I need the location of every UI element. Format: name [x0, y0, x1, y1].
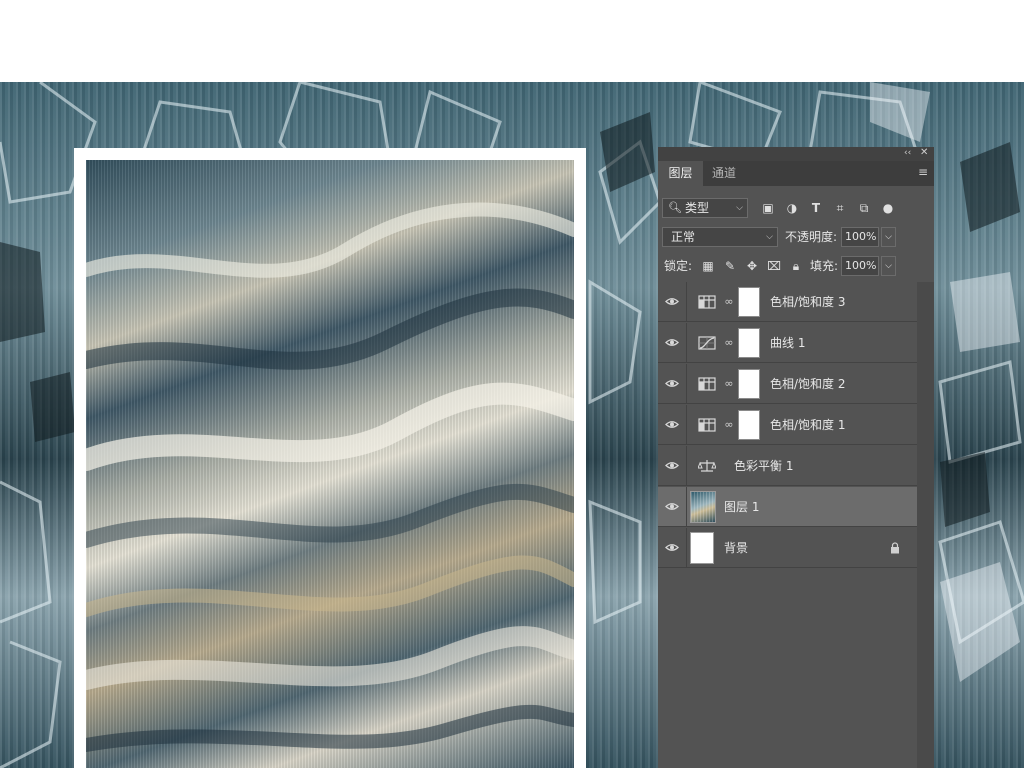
mask-link-icon[interactable]: ∞	[724, 376, 734, 392]
opacity-input[interactable]: 100%	[841, 227, 879, 247]
visibility-toggle[interactable]	[658, 446, 687, 486]
background-thumbnail[interactable]	[690, 532, 714, 564]
lock-transparent-pixels-icon[interactable]: ▦	[700, 256, 716, 276]
layer-name: 图层 1	[724, 500, 760, 514]
layer-name: 背景	[724, 541, 749, 555]
visibility-toggle[interactable]	[658, 487, 687, 527]
layers-panel: ‹‹ ✕ 图层 通道 ≡ 🔍︎ 类型 ⌵ ▣ ◑ T ⌗ ⧉ ● 正常 ⌵ 不透…	[658, 147, 934, 768]
visibility-toggle[interactable]	[658, 282, 687, 322]
hue-saturation-icon	[698, 418, 716, 432]
filter-toggle-icon[interactable]: ●	[880, 198, 896, 218]
lock-label: 锁定:	[664, 259, 693, 273]
panel-tabs: 图层 通道 ≡	[658, 161, 934, 186]
close-panel-icon[interactable]: ✕	[920, 147, 928, 158]
filter-kind-label: 类型	[685, 201, 710, 215]
layer-name: 色相/饱和度 1	[770, 418, 846, 432]
hue-saturation-icon	[698, 295, 716, 309]
layer-mask-thumbnail[interactable]	[738, 369, 760, 399]
eye-icon	[665, 298, 679, 305]
layer-row-selected[interactable]: 图层 1	[658, 487, 917, 527]
mask-link-icon[interactable]: ∞	[724, 294, 734, 310]
layer-mask-thumbnail[interactable]	[738, 287, 760, 317]
visibility-toggle[interactable]	[658, 364, 687, 404]
filter-kind-select[interactable]: 🔍︎ 类型 ⌵	[662, 198, 748, 218]
visibility-toggle[interactable]	[658, 323, 687, 363]
lock-all-icon[interactable]: 🔒︎	[788, 256, 804, 276]
layer-mask-thumbnail[interactable]	[738, 410, 760, 440]
lock-image-pixels-icon[interactable]: ✎	[722, 256, 738, 276]
hue-saturation-icon	[698, 377, 716, 391]
fill-input[interactable]: 100%	[841, 256, 879, 276]
adjustment-filter-icon[interactable]: ◑	[784, 198, 800, 218]
eye-icon	[665, 380, 679, 387]
layer-row[interactable]: ∞ 色相/饱和度 3	[658, 282, 917, 322]
layer-row[interactable]: 背景	[658, 528, 917, 568]
chevron-down-icon: ⌵	[766, 232, 773, 242]
type-filter-icon[interactable]: T	[808, 198, 824, 218]
panel-menu-icon[interactable]: ≡	[918, 165, 928, 179]
visibility-toggle[interactable]	[658, 528, 687, 568]
layer-row[interactable]: 色彩平衡 1	[658, 446, 917, 486]
marble-mosaic-artwork	[86, 160, 574, 768]
layer-name: 色相/饱和度 3	[770, 295, 846, 309]
layer-name: 色相/饱和度 2	[770, 377, 846, 391]
pixel-filter-icon[interactable]: ▣	[760, 198, 776, 218]
layers-scrollbar[interactable]	[917, 282, 934, 768]
eye-icon	[665, 462, 679, 469]
opacity-label: 不透明度:	[785, 230, 838, 244]
chevron-down-icon: ⌵	[736, 203, 743, 213]
layers-list: ∞ 色相/饱和度 3 ∞ 曲线 1 ∞ 色相/饱和度 2 ∞ 色相/饱和度 1 …	[658, 282, 917, 572]
tab-channels[interactable]: 通道	[703, 161, 745, 186]
panel-title-bar: ‹‹ ✕	[658, 147, 934, 161]
eye-icon	[665, 503, 679, 510]
opacity-chevron-icon[interactable]: ⌵	[881, 227, 896, 247]
lock-icon	[891, 542, 899, 554]
fill-label: 填充:	[810, 259, 839, 273]
eye-icon	[665, 544, 679, 551]
layer-name: 曲线 1	[770, 336, 806, 350]
color-balance-icon	[698, 460, 716, 472]
visibility-toggle[interactable]	[658, 405, 687, 445]
mask-link-icon[interactable]: ∞	[724, 417, 734, 433]
curves-icon	[698, 336, 716, 350]
tab-layers[interactable]: 图层	[658, 161, 703, 186]
layer-name: 色彩平衡 1	[734, 459, 794, 473]
smart-object-filter-icon[interactable]: ⧉	[856, 198, 872, 218]
collapse-panel-icon[interactable]: ‹‹	[904, 148, 911, 158]
layer-mask-thumbnail[interactable]	[738, 328, 760, 358]
layer-image-thumbnail[interactable]	[690, 491, 716, 523]
eye-icon	[665, 339, 679, 346]
mask-link-icon[interactable]: ∞	[724, 335, 734, 351]
fill-chevron-icon[interactable]: ⌵	[881, 256, 896, 276]
layer-row[interactable]: ∞ 色相/饱和度 1	[658, 405, 917, 445]
layer-row[interactable]: ∞ 色相/饱和度 2	[658, 364, 917, 404]
shape-filter-icon[interactable]: ⌗	[832, 198, 848, 218]
blend-mode-value: 正常	[671, 230, 696, 244]
lock-artboard-icon[interactable]: ⌧	[766, 256, 782, 276]
eye-icon	[665, 421, 679, 428]
top-white-band	[0, 0, 1024, 82]
layer-row[interactable]: ∞ 曲线 1	[658, 323, 917, 363]
lock-position-icon[interactable]: ✥	[744, 256, 760, 276]
blend-mode-select[interactable]: 正常 ⌵	[662, 227, 778, 247]
search-icon: 🔍︎	[668, 201, 682, 214]
